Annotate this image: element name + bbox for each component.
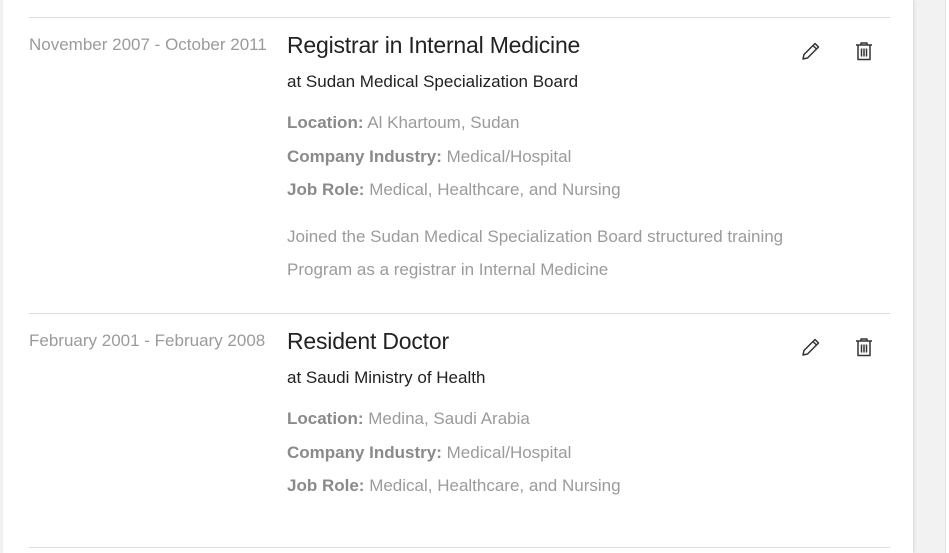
location-row: Location: Al Khartoum, Sudan <box>287 106 827 140</box>
delete-button[interactable] <box>851 38 877 64</box>
divider <box>29 17 890 18</box>
role-label: Job Role: <box>287 476 365 495</box>
divider <box>29 547 890 548</box>
edit-button[interactable] <box>798 38 824 64</box>
industry-value: Medical/Hospital <box>446 146 572 166</box>
location-label: Location: <box>287 409 364 428</box>
role-row: Job Role: Medical, Healthcare, and Nursi… <box>287 173 827 207</box>
pencil-icon <box>802 338 820 356</box>
experience-details: Resident Doctor at Saudi Ministry of Hea… <box>287 326 827 503</box>
industry-row: Company Industry: Medical/Hospital <box>287 436 827 470</box>
edit-button[interactable] <box>798 334 824 360</box>
industry-row: Company Industry: Medical/Hospital <box>287 140 827 174</box>
delete-button[interactable] <box>851 334 877 360</box>
job-title: Resident Doctor <box>287 328 449 354</box>
location-value: Medina, Saudi Arabia <box>368 409 530 428</box>
role-row: Job Role: Medical, Healthcare, and Nursi… <box>287 469 827 503</box>
job-meta: Location: Al Khartoum, Sudan Company Ind… <box>287 106 827 207</box>
pencil-icon <box>802 42 820 60</box>
experience-details: Registrar in Internal Medicine at Sudan … <box>287 30 827 286</box>
job-meta: Location: Medina, Saudi Arabia Company I… <box>287 402 827 503</box>
location-value: Al Khartoum, Sudan <box>367 113 520 132</box>
job-title: Registrar in Internal Medicine <box>287 32 581 58</box>
company-name: at Saudi Ministry of Health <box>287 368 486 387</box>
company-name: at Sudan Medical Specialization Board <box>287 72 579 91</box>
trash-icon <box>856 42 872 61</box>
experience-date: February 2001 - February 2008 <box>29 331 266 350</box>
role-value: Medical, Healthcare, and Nursing <box>369 476 621 495</box>
industry-value: Medical/Hospital <box>446 442 572 462</box>
role-label: Job Role: <box>287 180 365 199</box>
industry-label: Company Industry: <box>287 146 442 166</box>
trash-icon <box>856 338 872 357</box>
location-row: Location: Medina, Saudi Arabia <box>287 402 827 436</box>
experience-card: November 2007 - October 2011 Registrar i… <box>3 0 913 553</box>
industry-label: Company Industry: <box>287 442 442 462</box>
divider <box>29 313 890 314</box>
adjacent-panel-edge <box>945 0 949 553</box>
location-label: Location: <box>287 113 364 132</box>
experience-date: November 2007 - October 2011 <box>29 35 267 54</box>
job-description: Joined the Sudan Medical Specialization … <box>287 226 784 279</box>
role-value: Medical, Healthcare, and Nursing <box>369 180 621 199</box>
